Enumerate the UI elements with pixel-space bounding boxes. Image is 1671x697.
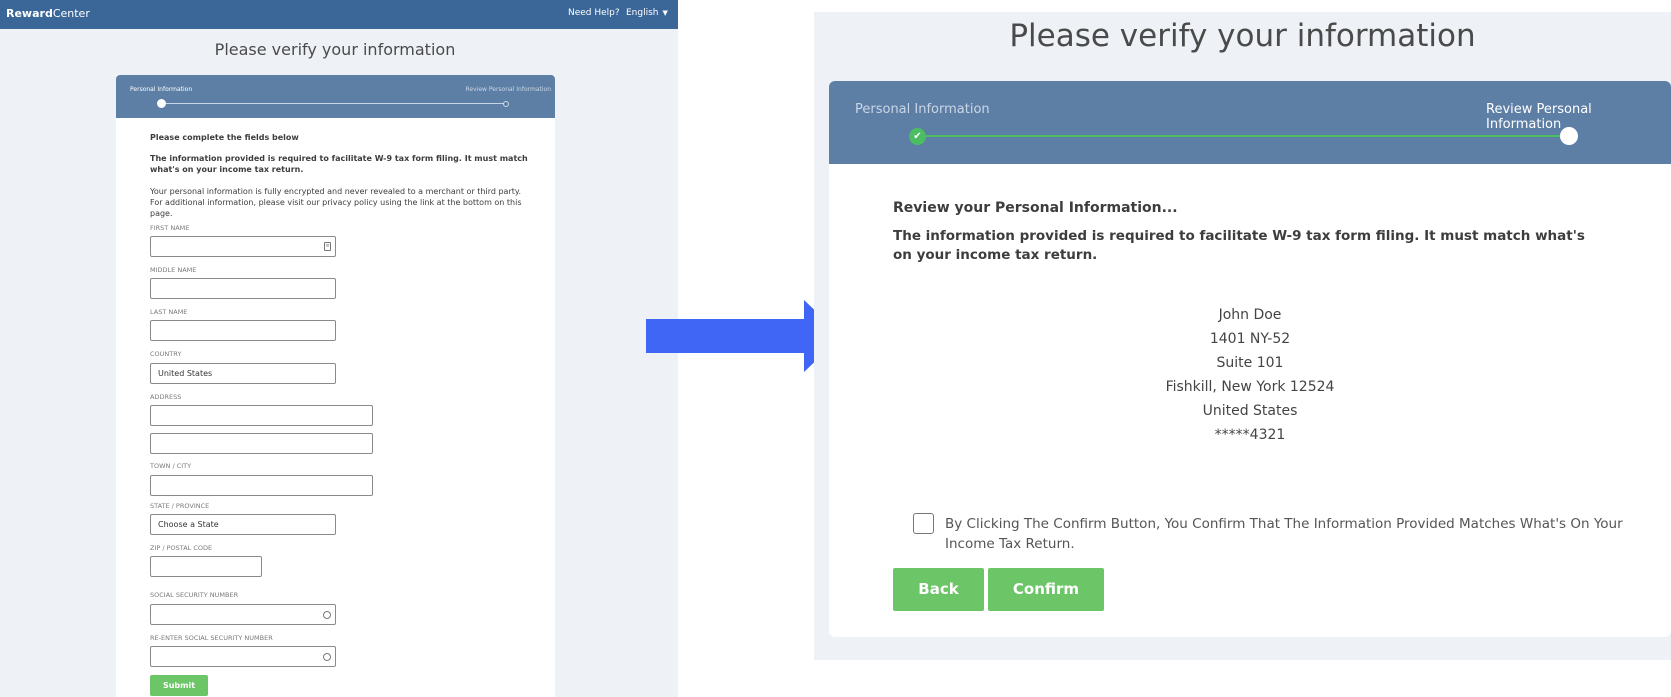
- last-name-label: LAST NAME: [150, 308, 188, 316]
- back-button[interactable]: Back: [893, 568, 984, 611]
- country-select[interactable]: United States: [150, 363, 336, 384]
- address-summary: John Doe 1401 NY-52 Suite 101 Fishkill, …: [829, 303, 1671, 447]
- full-name: John Doe: [1218, 307, 1282, 323]
- address-line1: 1401 NY-52: [1209, 331, 1291, 347]
- city-state-zip: Fishkill, New York 12524: [1165, 379, 1335, 395]
- address-line2-input[interactable]: [150, 433, 373, 454]
- middle-name-input[interactable]: [150, 278, 336, 299]
- progress-dot-next: [503, 101, 509, 107]
- step-personal-information: Personal Information: [855, 102, 990, 117]
- right-arrow-icon: [646, 300, 842, 372]
- checkmark-icon: ✔: [909, 128, 926, 145]
- confirm-checkbox-label[interactable]: By Clicking The Confirm Button, You Conf…: [945, 514, 1625, 554]
- progress-bar: Personal Information Review Personal Inf…: [116, 75, 555, 118]
- top-navigation-bar: RewardCenter Need Help? English ▼: [0, 0, 678, 29]
- first-name-input[interactable]: ≡: [150, 236, 336, 257]
- step-personal-information: Personal Information: [130, 86, 193, 93]
- zip-label: ZIP / POSTAL CODE: [150, 544, 213, 552]
- confirm-checkbox[interactable]: [913, 513, 934, 534]
- country-label: COUNTRY: [150, 350, 182, 358]
- town-city-label: TOWN / CITY: [150, 462, 192, 470]
- ssn-input[interactable]: [150, 604, 336, 625]
- caret-down-icon: ▼: [662, 9, 668, 17]
- first-name-label: FIRST NAME: [150, 224, 190, 232]
- w9-notice: The information provided is required to …: [893, 228, 1585, 263]
- ssn-masked: *****4321: [1214, 427, 1286, 443]
- country: United States: [1202, 403, 1298, 419]
- progress-line: [162, 103, 506, 104]
- lock-icon[interactable]: [323, 611, 331, 619]
- review-card: Personal Information Review Personal Inf…: [829, 81, 1671, 637]
- confirm-button[interactable]: Confirm: [988, 568, 1104, 611]
- page-title: Please verify your information: [214, 40, 456, 59]
- contact-card-icon: ≡: [324, 242, 331, 251]
- review-heading: Review your Personal Information...: [893, 200, 1178, 216]
- last-name-input[interactable]: [150, 320, 336, 341]
- progress-line-complete: [917, 135, 1568, 137]
- zip-input[interactable]: [150, 556, 262, 577]
- need-help-link[interactable]: Need Help?: [568, 8, 620, 18]
- address-label: ADDRESS: [150, 393, 182, 401]
- ssn-reenter-input[interactable]: [150, 646, 336, 667]
- before-screenshot-panel: RewardCenter Need Help? English ▼ Please …: [0, 0, 678, 697]
- submit-button[interactable]: Submit: [150, 675, 208, 696]
- ssn-reenter-label: RE-ENTER SOCIAL SECURITY NUMBER: [150, 634, 273, 642]
- step-review-personal-information: Review Personal Information: [465, 86, 551, 93]
- lock-icon[interactable]: [323, 653, 331, 661]
- town-city-input[interactable]: [150, 475, 373, 496]
- address-line2: Suite 101: [1216, 355, 1284, 371]
- form-heading: Please complete the fields below: [150, 133, 299, 142]
- w9-notice: The information provided is required to …: [150, 154, 528, 174]
- page-title: Please verify your information: [1009, 18, 1476, 54]
- progress-dot-current: [1560, 127, 1578, 145]
- state-select[interactable]: Choose a State: [150, 514, 336, 535]
- after-screenshot-panel: Please verify your information Personal …: [814, 12, 1671, 660]
- language-selector[interactable]: English ▼: [626, 8, 668, 18]
- address-line1-input[interactable]: [150, 405, 373, 426]
- language-label: English: [626, 8, 659, 18]
- progress-dot-current: [157, 99, 166, 108]
- middle-name-label: MIDDLE NAME: [150, 266, 197, 274]
- privacy-notice: Your personal information is fully encry…: [150, 187, 522, 218]
- step-review-personal-information: Review Personal Information: [1486, 102, 1592, 132]
- form-card: Personal Information Review Personal Inf…: [116, 75, 555, 697]
- state-province-label: STATE / PROVINCE: [150, 502, 210, 510]
- progress-bar: Personal Information Review Personal Inf…: [829, 81, 1671, 164]
- ssn-label: SOCIAL SECURITY NUMBER: [150, 591, 239, 599]
- brand-logo[interactable]: RewardCenter: [6, 7, 90, 20]
